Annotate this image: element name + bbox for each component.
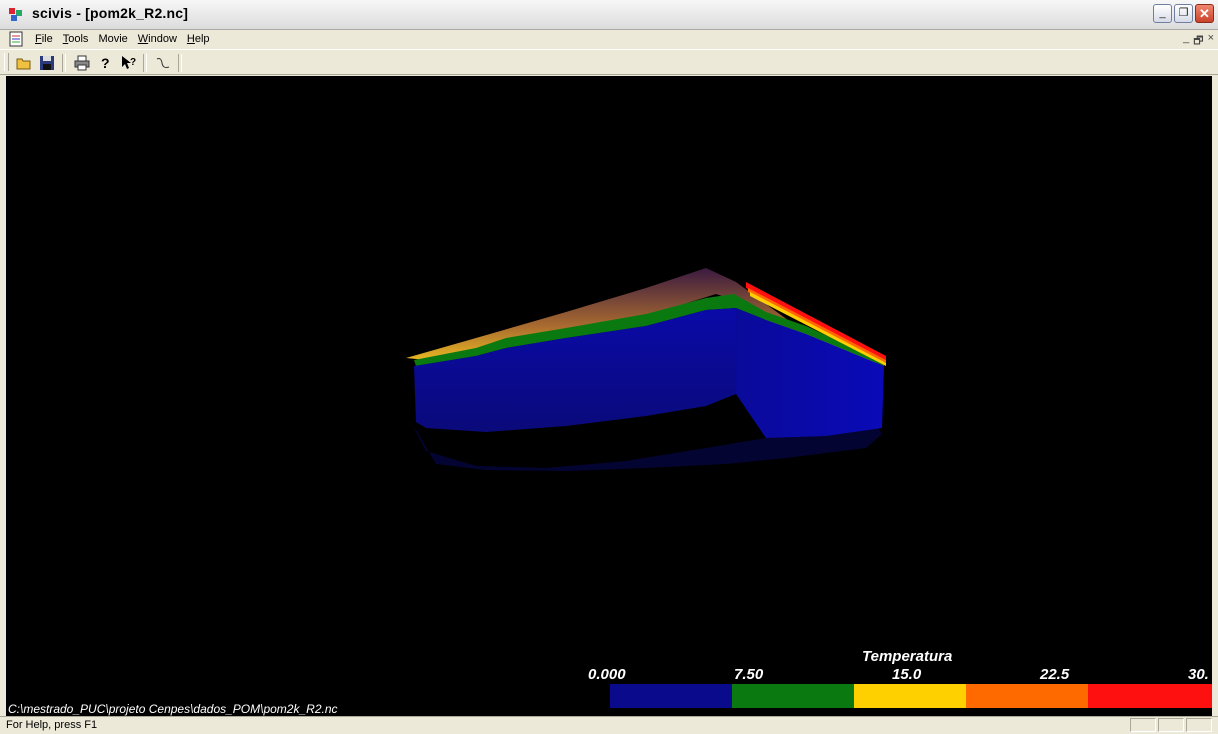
open-folder-icon [16, 58, 30, 69]
status-pane-2 [1158, 718, 1184, 732]
color-segment-blue [610, 684, 732, 708]
menu-bar: File Tools Movie Window Help _ 🗗 × [0, 30, 1218, 48]
menu-items: File Tools Movie Window Help [30, 31, 215, 47]
color-segment-red [1088, 684, 1212, 708]
status-pane-1 [1130, 718, 1156, 732]
curve-button[interactable] [153, 53, 172, 72]
restore-button[interactable]: ❐ [1174, 4, 1193, 23]
context-help-icon: ? [121, 55, 136, 69]
legend-label-1: 7.50 [734, 666, 764, 683]
menu-movie-label: Movie [98, 33, 128, 45]
file-path-label: C:\mestrado_PUC\projeto Cenpes\dados_POM… [8, 702, 338, 716]
close-button[interactable]: ✕ [1195, 4, 1214, 23]
toolbar-separator [178, 53, 182, 72]
context-help-button[interactable]: ? [118, 53, 137, 72]
legend-label-3: 22.5 [1040, 666, 1070, 683]
legend-label-2: 15.0 [892, 666, 922, 683]
menu-tools-rest: ools [68, 33, 89, 45]
color-scale-bar [610, 684, 1212, 708]
menu-window[interactable]: Window [133, 31, 182, 47]
color-segment-orange [966, 684, 1088, 708]
toolbar-separator [143, 53, 147, 72]
color-segment-yellow [854, 684, 966, 708]
status-bar: For Help, press F1 [0, 716, 1218, 734]
svg-text:?: ? [101, 55, 110, 71]
help-icon: ? [101, 55, 110, 71]
menu-file[interactable]: File [30, 31, 58, 47]
menu-help-rest: elp [194, 33, 210, 45]
close-icon: ✕ [1199, 6, 1210, 21]
toolbar: ? ? [0, 49, 1218, 75]
menu-help[interactable]: Help [182, 31, 215, 47]
ocean-temperature-volume[interactable] [6, 76, 1212, 716]
color-segment-green [732, 684, 854, 708]
menu-tools[interactable]: Tools [58, 31, 94, 47]
restore-icon: ❐ [1178, 7, 1189, 19]
render-viewport[interactable]: Temperatura 0.000 7.50 15.0 22.5 30. C:\… [6, 76, 1212, 716]
toolbar-items: ? ? [14, 53, 184, 72]
volume-right-face [736, 308, 884, 438]
open-button[interactable] [14, 53, 33, 72]
menu-file-rest: ile [41, 33, 53, 45]
window-controls: _ ❐ ✕ [1153, 4, 1214, 23]
save-button[interactable] [37, 53, 56, 72]
document-icon[interactable] [8, 31, 24, 47]
menu-file-accel: F [35, 33, 42, 45]
menu-window-rest: indow [148, 33, 177, 45]
minimize-button[interactable]: _ [1153, 4, 1172, 23]
menu-window-accel: W [137, 33, 149, 45]
menu-movie[interactable]: Movie [93, 31, 132, 47]
status-panes [1130, 718, 1212, 732]
scivis-app-icon[interactable] [8, 6, 24, 22]
print-icon [74, 55, 89, 70]
print-button[interactable] [72, 53, 91, 72]
minimize-icon: _ [1159, 7, 1166, 19]
about-button[interactable]: ? [95, 53, 114, 72]
legend-label-0: 0.000 [588, 666, 626, 683]
status-pane-3 [1186, 718, 1212, 732]
legend-label-4: 30. [1188, 666, 1209, 683]
toolbar-grip[interactable] [4, 53, 9, 71]
window-title: scivis - [pom2k_R2.nc] [32, 5, 189, 21]
save-disk-icon [39, 55, 54, 70]
svg-text:?: ? [130, 57, 136, 68]
status-text: For Help, press F1 [6, 719, 98, 731]
title-bar: scivis - [pom2k_R2.nc] _ ❐ ✕ [0, 0, 1218, 30]
curve-icon [156, 57, 169, 68]
legend-title: Temperatura [862, 648, 953, 665]
menu-help-accel: H [186, 33, 195, 45]
toolbar-separator [62, 53, 66, 72]
